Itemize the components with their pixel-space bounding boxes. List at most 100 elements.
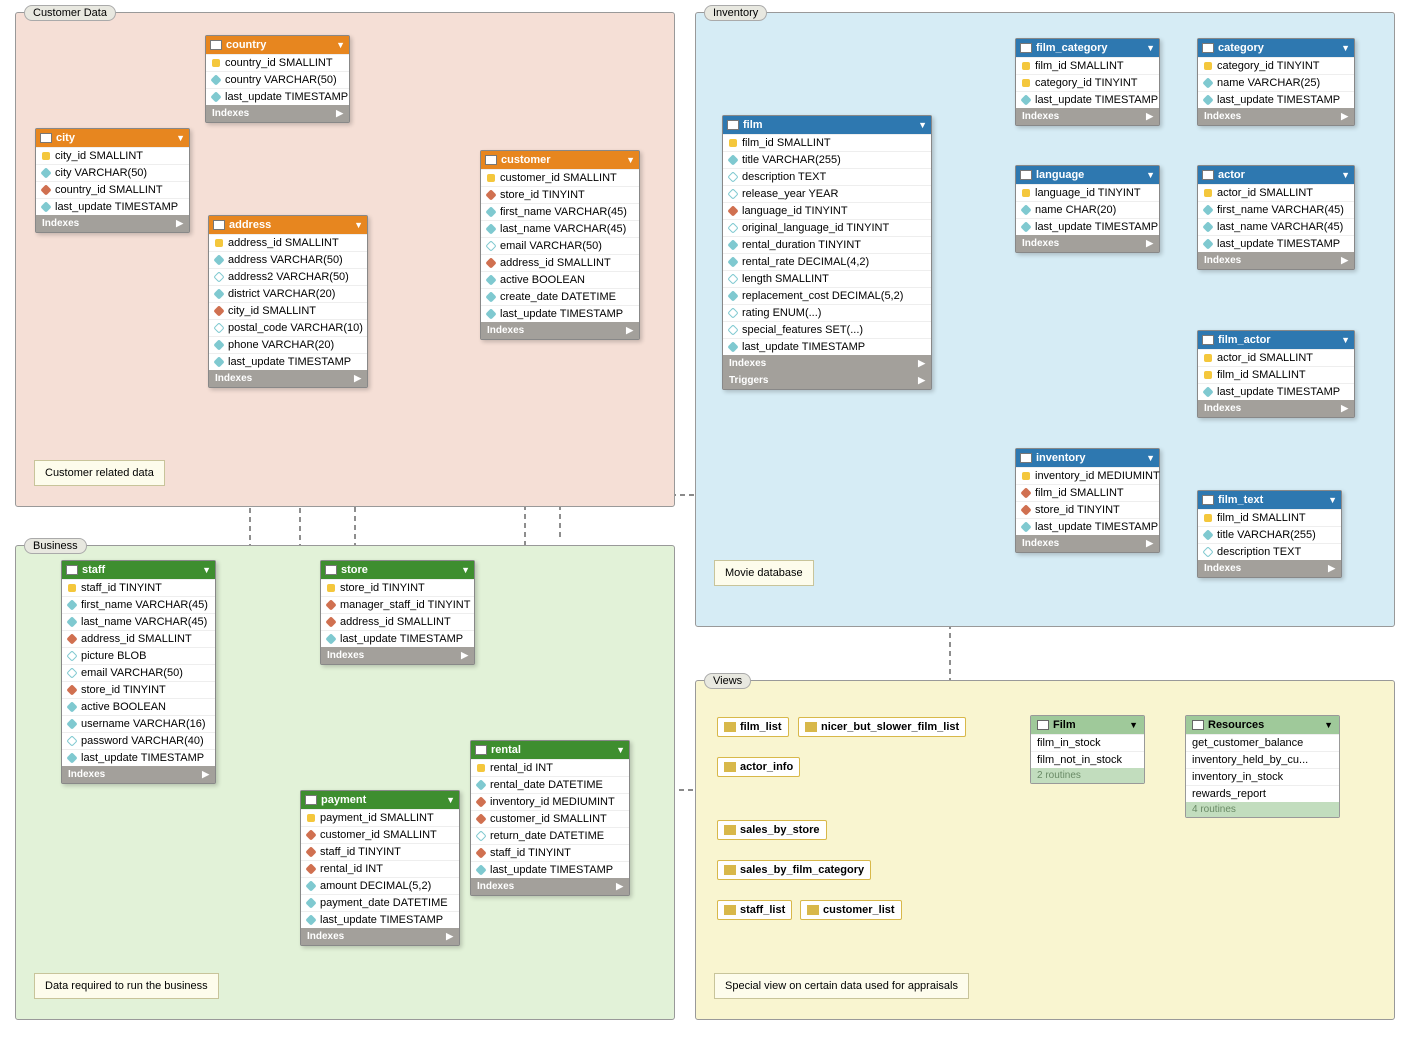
table-column[interactable]: name VARCHAR(25) bbox=[1198, 74, 1354, 91]
table-column[interactable]: rental_date DATETIME bbox=[471, 776, 629, 793]
table-column[interactable]: last_name VARCHAR(45) bbox=[1198, 218, 1354, 235]
table-column[interactable]: last_update TIMESTAMP bbox=[1198, 383, 1354, 400]
table-indexes-footer[interactable]: Indexes▶ bbox=[471, 878, 629, 895]
table-film-text[interactable]: film_text▼film_id SMALLINTtitle VARCHAR(… bbox=[1197, 490, 1342, 578]
view-film-list[interactable]: film_list bbox=[717, 717, 789, 737]
table-indexes-footer[interactable]: Indexes▶ bbox=[1016, 535, 1159, 552]
table-column[interactable]: rental_id INT bbox=[301, 860, 459, 877]
table-column[interactable]: last_update TIMESTAMP bbox=[62, 749, 215, 766]
table-staff[interactable]: staff▼staff_id TINYINTfirst_name VARCHAR… bbox=[61, 560, 216, 784]
table-customer[interactable]: customer▼customer_id SMALLINTstore_id TI… bbox=[480, 150, 640, 340]
table-column[interactable]: last_update TIMESTAMP bbox=[1016, 218, 1159, 235]
table-store[interactable]: store▼store_id TINYINTmanager_staff_id T… bbox=[320, 560, 475, 665]
table-header[interactable]: payment▼ bbox=[301, 791, 459, 809]
routine-group-film[interactable]: Film▼film_in_stockfilm_not_in_stock2 rou… bbox=[1030, 715, 1145, 784]
table-header[interactable]: film_text▼ bbox=[1198, 491, 1341, 509]
table-column[interactable]: address_id SMALLINT bbox=[209, 234, 367, 251]
table-column[interactable]: active BOOLEAN bbox=[481, 271, 639, 288]
table-column[interactable]: last_update TIMESTAMP bbox=[209, 353, 367, 370]
table-column[interactable]: film_id SMALLINT bbox=[723, 134, 931, 151]
table-category[interactable]: category▼category_id TINYINTname VARCHAR… bbox=[1197, 38, 1355, 126]
table-column[interactable]: special_features SET(...) bbox=[723, 321, 931, 338]
table-column[interactable]: amount DECIMAL(5,2) bbox=[301, 877, 459, 894]
table-column[interactable]: manager_staff_id TINYINT bbox=[321, 596, 474, 613]
table-column[interactable]: username VARCHAR(16) bbox=[62, 715, 215, 732]
table-column[interactable]: length SMALLINT bbox=[723, 270, 931, 287]
er-diagram-canvas[interactable]: Customer Data Customer related data Busi… bbox=[0, 0, 1420, 1060]
view-customer-list[interactable]: customer_list bbox=[800, 900, 902, 920]
table-header[interactable]: city▼ bbox=[36, 129, 189, 147]
table-column[interactable]: description TEXT bbox=[723, 168, 931, 185]
table-indexes-footer[interactable]: Indexes▶ bbox=[1016, 235, 1159, 252]
routine-group-resources[interactable]: Resources▼get_customer_balanceinventory_… bbox=[1185, 715, 1340, 818]
table-header[interactable]: language▼ bbox=[1016, 166, 1159, 184]
table-indexes-footer[interactable]: Indexes▶ bbox=[1198, 252, 1354, 269]
table-column[interactable]: actor_id SMALLINT bbox=[1198, 349, 1354, 366]
table-column[interactable]: last_update TIMESTAMP bbox=[321, 630, 474, 647]
view-sales-by-store[interactable]: sales_by_store bbox=[717, 820, 827, 840]
table-column[interactable]: customer_id SMALLINT bbox=[471, 810, 629, 827]
table-column[interactable]: city VARCHAR(50) bbox=[36, 164, 189, 181]
routine-item[interactable]: inventory_held_by_cu... bbox=[1186, 751, 1339, 768]
table-indexes-footer[interactable]: Indexes▶ bbox=[62, 766, 215, 783]
table-column[interactable]: replacement_cost DECIMAL(5,2) bbox=[723, 287, 931, 304]
table-column[interactable]: title VARCHAR(255) bbox=[1198, 526, 1341, 543]
table-column[interactable]: address2 VARCHAR(50) bbox=[209, 268, 367, 285]
table-column[interactable]: description TEXT bbox=[1198, 543, 1341, 560]
table-column[interactable]: last_update TIMESTAMP bbox=[1016, 518, 1159, 535]
table-header[interactable]: rental▼ bbox=[471, 741, 629, 759]
table-column[interactable]: rental_id INT bbox=[471, 759, 629, 776]
table-column[interactable]: country_id SMALLINT bbox=[206, 54, 349, 71]
table-column[interactable]: release_year YEAR bbox=[723, 185, 931, 202]
table-column[interactable]: rental_duration TINYINT bbox=[723, 236, 931, 253]
table-column[interactable]: film_id SMALLINT bbox=[1016, 57, 1159, 74]
table-column[interactable]: payment_date DATETIME bbox=[301, 894, 459, 911]
table-indexes-footer[interactable]: Indexes▶ bbox=[301, 928, 459, 945]
table-column[interactable]: store_id TINYINT bbox=[1016, 501, 1159, 518]
table-column[interactable]: address_id SMALLINT bbox=[321, 613, 474, 630]
table-column[interactable]: staff_id TINYINT bbox=[62, 579, 215, 596]
table-column[interactable]: city_id SMALLINT bbox=[209, 302, 367, 319]
table-header[interactable]: inventory▼ bbox=[1016, 449, 1159, 467]
routine-header[interactable]: Resources▼ bbox=[1186, 716, 1339, 734]
table-column[interactable]: last_update TIMESTAMP bbox=[1198, 91, 1354, 108]
table-language[interactable]: language▼language_id TINYINTname CHAR(20… bbox=[1015, 165, 1160, 253]
table-column[interactable]: category_id TINYINT bbox=[1198, 57, 1354, 74]
view-actor-info[interactable]: actor_info bbox=[717, 757, 800, 777]
table-column[interactable]: store_id TINYINT bbox=[481, 186, 639, 203]
table-column[interactable]: postal_code VARCHAR(10) bbox=[209, 319, 367, 336]
table-column[interactable]: last_update TIMESTAMP bbox=[481, 305, 639, 322]
table-header[interactable]: film_actor▼ bbox=[1198, 331, 1354, 349]
table-column[interactable]: actor_id SMALLINT bbox=[1198, 184, 1354, 201]
table-rental[interactable]: rental▼rental_id INTrental_date DATETIME… bbox=[470, 740, 630, 896]
table-column[interactable]: language_id TINYINT bbox=[1016, 184, 1159, 201]
table-country[interactable]: country▼country_id SMALLINTcountry VARCH… bbox=[205, 35, 350, 123]
table-column[interactable]: country_id SMALLINT bbox=[36, 181, 189, 198]
table-address[interactable]: address▼address_id SMALLINTaddress VARCH… bbox=[208, 215, 368, 388]
table-column[interactable]: customer_id SMALLINT bbox=[481, 169, 639, 186]
table-column[interactable]: last_update TIMESTAMP bbox=[1198, 235, 1354, 252]
table-column[interactable]: create_date DATETIME bbox=[481, 288, 639, 305]
table-indexes-footer[interactable]: Indexes▶ bbox=[206, 105, 349, 122]
view-nicer-but-slower-film-list[interactable]: nicer_but_slower_film_list bbox=[798, 717, 966, 737]
table-header[interactable]: film_category▼ bbox=[1016, 39, 1159, 57]
table-film-actor[interactable]: film_actor▼actor_id SMALLINTfilm_id SMAL… bbox=[1197, 330, 1355, 418]
table-column[interactable]: city_id SMALLINT bbox=[36, 147, 189, 164]
table-column[interactable]: first_name VARCHAR(45) bbox=[62, 596, 215, 613]
table-inventory[interactable]: inventory▼inventory_id MEDIUMINTfilm_id … bbox=[1015, 448, 1160, 553]
table-column[interactable]: last_update TIMESTAMP bbox=[723, 338, 931, 355]
table-column[interactable]: rating ENUM(...) bbox=[723, 304, 931, 321]
table-header[interactable]: address▼ bbox=[209, 216, 367, 234]
table-column[interactable]: last_update TIMESTAMP bbox=[1016, 91, 1159, 108]
table-column[interactable]: inventory_id MEDIUMINT bbox=[471, 793, 629, 810]
table-indexes-footer[interactable]: Indexes▶ bbox=[209, 370, 367, 387]
table-indexes-footer[interactable]: Indexes▶ bbox=[1198, 560, 1341, 577]
table-column[interactable]: address_id SMALLINT bbox=[481, 254, 639, 271]
table-header[interactable]: film▼ bbox=[723, 116, 931, 134]
table-film[interactable]: film▼film_id SMALLINTtitle VARCHAR(255)d… bbox=[722, 115, 932, 390]
table-column[interactable]: last_update TIMESTAMP bbox=[206, 88, 349, 105]
table-column[interactable]: staff_id TINYINT bbox=[471, 844, 629, 861]
table-actor[interactable]: actor▼actor_id SMALLINTfirst_name VARCHA… bbox=[1197, 165, 1355, 270]
table-city[interactable]: city▼city_id SMALLINTcity VARCHAR(50)cou… bbox=[35, 128, 190, 233]
table-column[interactable]: payment_id SMALLINT bbox=[301, 809, 459, 826]
